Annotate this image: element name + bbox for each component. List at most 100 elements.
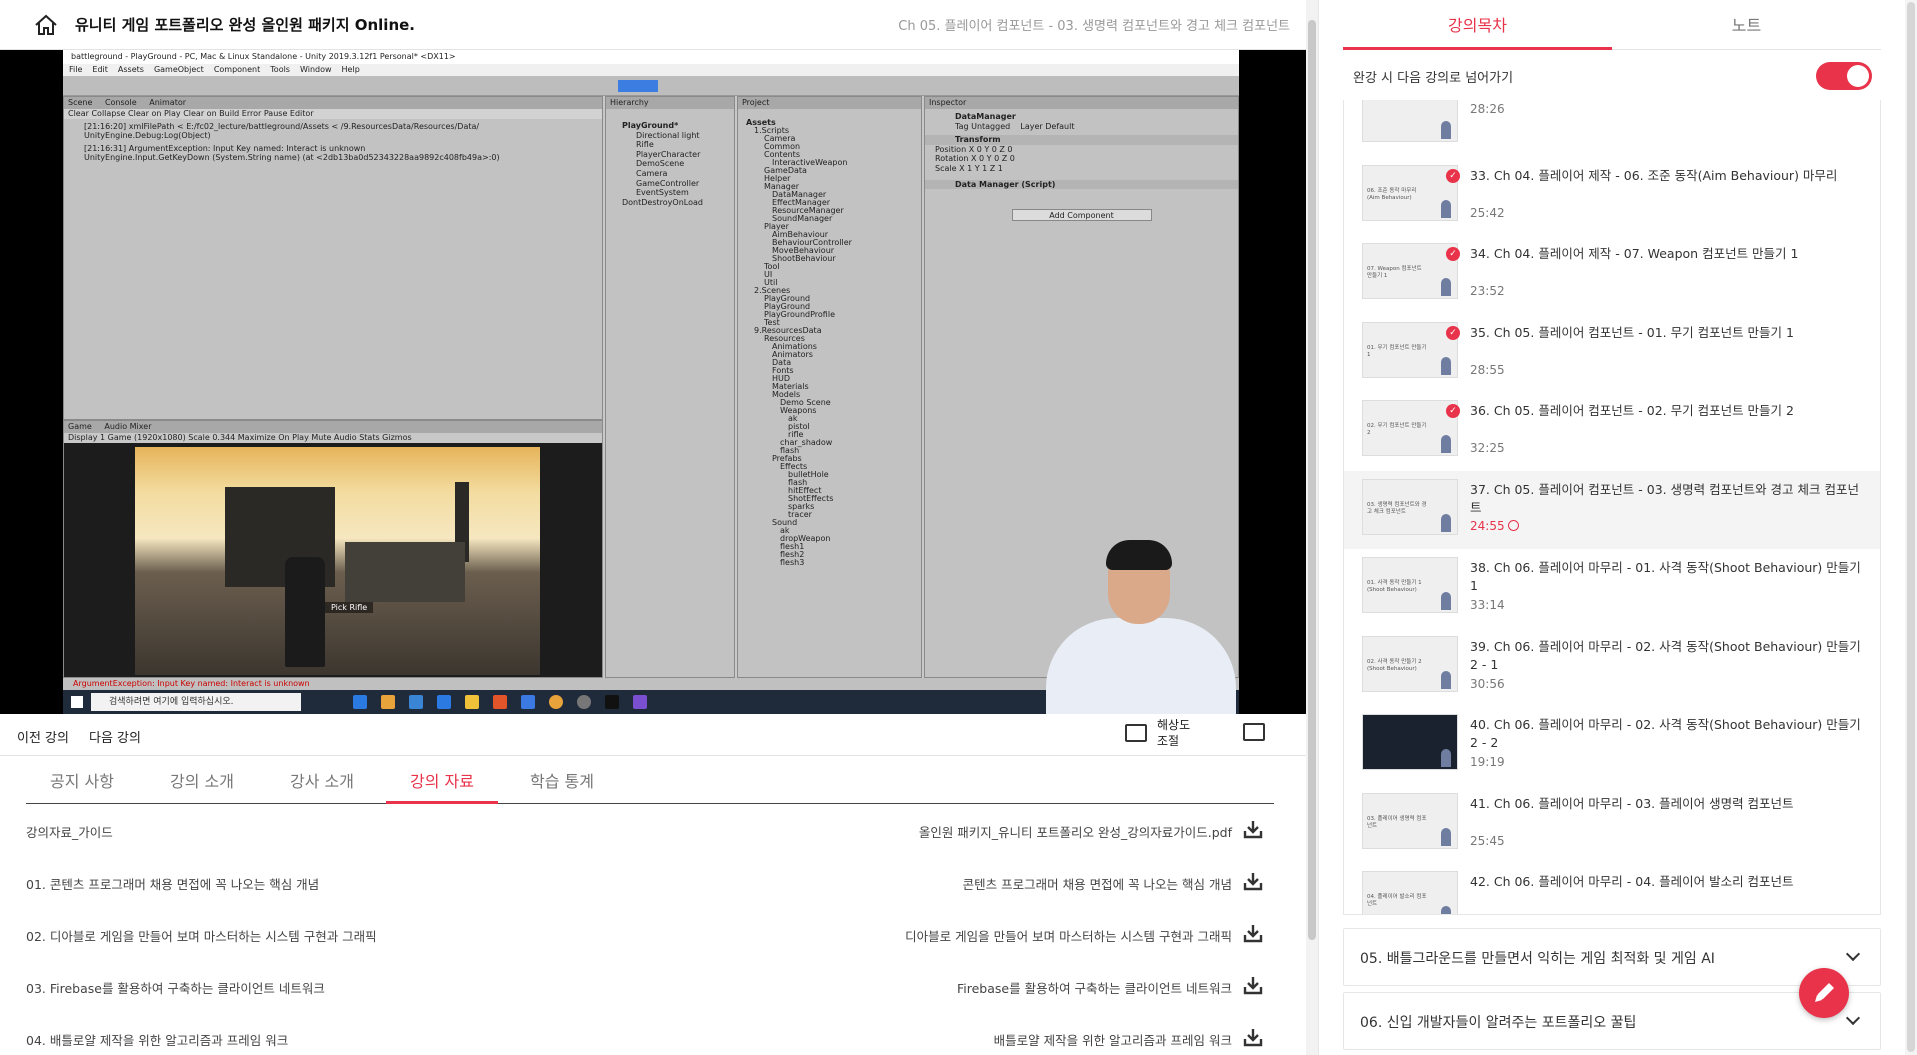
duration-text: 23:52 — [1470, 284, 1505, 298]
script-component: Data Manager (Script) — [925, 179, 1238, 190]
inspector-tag-layer: Tag Untagged Layer Default — [925, 122, 1238, 132]
material-title: 강의자료_가이드 — [26, 825, 113, 840]
game-tab: Audio Mixer — [104, 422, 152, 431]
lesson-item[interactable]: 01. 사격 동작 만들기 1 (Shoot Behaviour) 38. Ch … — [1344, 549, 1880, 627]
chapter-title: Ch 05. 플레이어 컴포넌트 - 03. 생명력 컴포넌트와 경고 체크 컴… — [898, 19, 1290, 34]
inspector-tag: Tag Untagged — [955, 121, 1011, 131]
resolution-button[interactable]: 해상도 조절 — [1157, 717, 1201, 749]
lesson-item[interactable]: 01. 무기 컴포넌트 만들기 1 ✓ 35. Ch 05. 플레이어 컴포넌트 -… — [1344, 314, 1880, 392]
lesson-item[interactable]: 02. 사격 동작 만들기 2 (Shoot Behaviour) 39. Ch … — [1344, 628, 1880, 706]
thumbnail-text: 02. 무기 컴포넌트 만들기 2 — [1367, 423, 1427, 436]
material-file-link[interactable]: Firebase를 활용하여 구축하는 클라이언트 네트워크 — [957, 978, 1232, 997]
tab-statistics[interactable]: 학습 통계 — [506, 768, 618, 804]
lesson-title: 35. Ch 05. 플레이어 컴포넌트 - 01. 무기 컴포넌트 만들기 1 — [1470, 324, 1794, 340]
download-icon[interactable] — [1242, 974, 1264, 996]
project-item: Weapons — [780, 406, 817, 415]
material-file-link[interactable]: 배틀로얄 제작을 위한 알고리즘과 프레임 워크 — [994, 1030, 1232, 1049]
thumbnail-instructor — [1441, 749, 1451, 767]
lesson-duration: 16:33 — [1470, 912, 1505, 914]
lesson-item[interactable]: 07. Weapon 컴포넌트 만들기 1 ✓ 34. Ch 04. 플레이어 제작… — [1344, 235, 1880, 313]
main-scrollbar-thumb[interactable] — [1308, 20, 1316, 940]
download-icon[interactable] — [1242, 870, 1264, 892]
lesson-item[interactable]: 02. 무기 컴포넌트 만들기 2 ✓ 36. Ch 05. 플레이어 컴포넌트 -… — [1344, 392, 1880, 470]
thumbnail-instructor — [1441, 592, 1451, 610]
inspector-layer: Layer Default — [1020, 121, 1075, 131]
lesson-title: 41. Ch 06. 플레이어 마무리 - 03. 플레이어 생명력 컴포넌트 — [1470, 795, 1794, 811]
hierarchy-item: EventSystem — [636, 188, 689, 198]
duration-text: 24:55 — [1470, 518, 1505, 533]
resolution-icon[interactable] — [1125, 724, 1147, 742]
unity-project-panel: Project Assets 1.Scripts Camera Common Conte… — [737, 96, 922, 678]
next-lecture-button[interactable]: 다음 강의 — [89, 727, 141, 746]
lesson-thumbnail — [1362, 714, 1458, 770]
thumbnail-instructor — [1441, 513, 1451, 532]
game-tabs: Game Audio Mixer — [64, 421, 602, 433]
fullscreen-icon[interactable] — [1243, 723, 1265, 741]
thumbnail-instructor — [1441, 121, 1451, 139]
project-item: ak — [788, 414, 798, 423]
hierarchy-item: Directional light — [636, 130, 700, 140]
sidebar-scrollbar[interactable] — [1905, 0, 1917, 1055]
unity-menu-item: Component — [213, 65, 261, 74]
lesson-title: 34. Ch 04. 플레이어 제작 - 07. Weapon 컴포넌트 만들기… — [1470, 246, 1799, 261]
autoplay-toggle[interactable] — [1816, 62, 1872, 90]
hierarchy-item: DontDestroyOnLoad — [622, 197, 703, 207]
lesson-duration: 24:55 — [1470, 519, 1519, 533]
project-item: flash — [780, 446, 800, 455]
lesson-item[interactable]: 03. 플레이어 생명력 컴포넌트 41. Ch 06. 플레이어 마무리 - 0… — [1344, 785, 1880, 863]
tab-notes[interactable]: 노트 — [1612, 12, 1881, 50]
lesson-item[interactable]: 06. 조준 동작 마무리 (Aim Behaviour) ✓ 33. Ch 04.… — [1344, 157, 1880, 235]
explorer-icon — [465, 695, 479, 709]
lesson-item[interactable]: 28:26 — [1344, 100, 1880, 156]
game-character — [285, 557, 325, 667]
duration-text: 30:56 — [1470, 676, 1505, 691]
tab-instructor-intro[interactable]: 강사 소개 — [266, 768, 378, 804]
material-title: 03. Firebase를 활용하여 구축하는 클라이언트 네트워크 — [26, 981, 325, 996]
download-icon[interactable] — [1242, 818, 1264, 840]
download-icon[interactable] — [1242, 1026, 1264, 1048]
prev-lecture-button[interactable]: 이전 강의 — [17, 727, 69, 746]
video-player[interactable]: battleground - PlayGround - PC, Mac & Li… — [0, 50, 1306, 714]
lesson-thumbnail: 01. 사격 동작 만들기 1 (Shoot Behaviour) — [1362, 557, 1458, 613]
thumbnail-instructor — [1441, 670, 1451, 689]
lesson-item[interactable]: 40. Ch 06. 플레이어 마무리 - 02. 사격 동작(Shoot Be… — [1344, 706, 1880, 784]
material-row: 02. 디아블로 게임을 만들어 보며 마스터하는 시스템 구현과 그래픽 디아블… — [26, 908, 1266, 960]
game-viewport: Pick Rifle — [135, 447, 540, 675]
material-file-link[interactable]: 올인원 패키지_유니티 포트폴리오 완성_강의자료가이드.pdf — [919, 822, 1232, 841]
download-icon[interactable] — [1242, 922, 1264, 944]
lesson-thumbnail — [1362, 100, 1458, 142]
hierarchy-item: DemoScene — [636, 159, 685, 169]
note-edit-button[interactable] — [1799, 968, 1849, 1018]
project-item: Manager — [764, 182, 800, 191]
game-tab: Game — [68, 422, 92, 431]
tab-course-intro[interactable]: 강의 소개 — [146, 768, 258, 804]
autoplay-label: 완강 시 다음 강의로 넘어가기 — [1353, 71, 1514, 86]
now-playing-icon — [1507, 519, 1519, 531]
visual-studio-icon — [633, 695, 647, 709]
thumbnail-instructor — [1441, 199, 1451, 218]
section-title: 06. 신입 개발자들이 알려주는 포트폴리오 꿀팁 — [1360, 1015, 1637, 1031]
lesson-list: 28:26 06. 조준 동작 마무리 (Aim Behaviour) ✓ 33. C… — [1343, 100, 1881, 915]
material-file-link[interactable]: 콘텐츠 프로그래머 채용 면접에 꼭 나오는 핵심 개념 — [963, 874, 1232, 893]
console-tab: Animator — [149, 98, 187, 107]
tab-materials[interactable]: 강의 자료 — [386, 768, 498, 804]
material-file-link[interactable]: 디아블로 게임을 만들어 보며 마스터하는 시스템 구현과 그래픽 — [905, 926, 1232, 945]
game-hint: Pick Rifle — [325, 602, 374, 613]
lesson-duration: 28:26 — [1470, 102, 1505, 116]
hierarchy-item: Rifle — [636, 140, 654, 150]
project-item: char_shadow — [780, 438, 833, 447]
project-item: Fonts — [772, 366, 794, 375]
home-icon[interactable] — [33, 12, 59, 38]
tab-notice[interactable]: 공지 사항 — [26, 768, 138, 804]
lesson-item[interactable]: 03. 생명력 컴포넌트와 경고 체크 컴포넌트 37. Ch 05. 플레이어 … — [1344, 470, 1880, 549]
project-item: Demo Scene — [780, 398, 831, 407]
main-scrollbar[interactable] — [1306, 0, 1318, 1055]
project-item: bulletHole — [788, 470, 829, 479]
tab-curriculum[interactable]: 강의목차 — [1343, 12, 1612, 50]
resolution-label: 해상도 조절 — [1157, 718, 1191, 748]
sidebar-scrollbar-thumb[interactable] — [1907, 2, 1915, 1052]
lesson-item[interactable]: 04. 플레이어 발소리 컴포넌트 42. Ch 06. 플레이어 마무리 - 0… — [1344, 863, 1880, 914]
project-item: tracer — [788, 510, 812, 519]
hierarchy-list: PlayGround* Directional light Rifle PlayerC… — [606, 121, 734, 207]
thumbnail-instructor — [1441, 827, 1451, 846]
